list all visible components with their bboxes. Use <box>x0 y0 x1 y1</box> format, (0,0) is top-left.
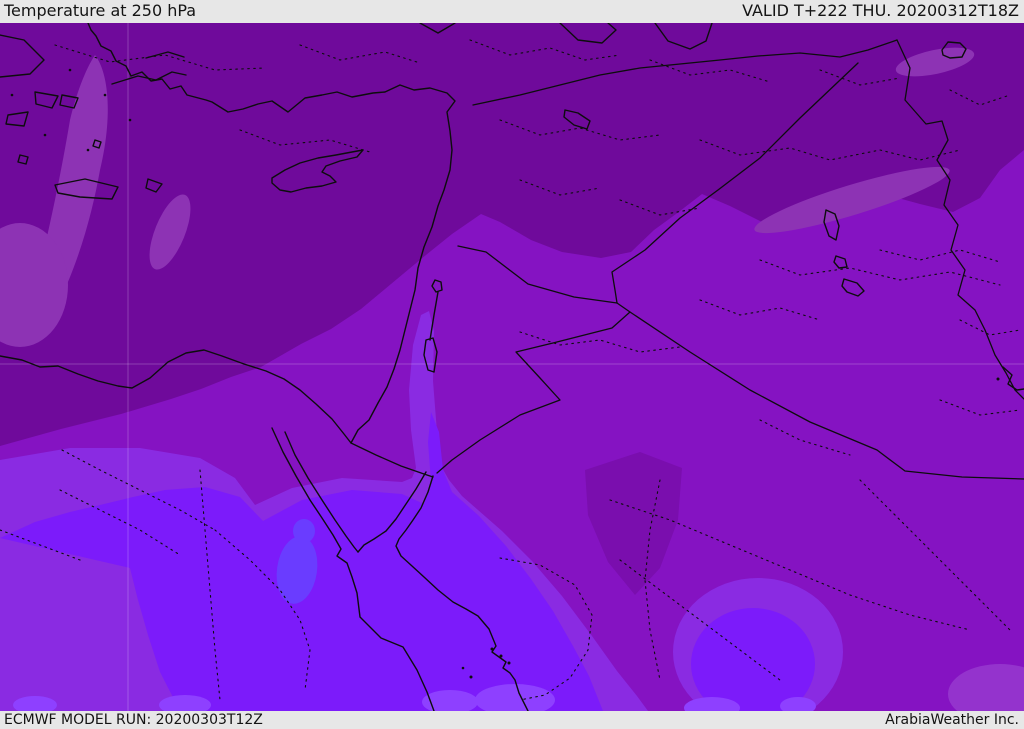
model-run-label: ECMWF MODEL RUN: 20200303T12Z <box>4 712 263 728</box>
temperature-bands <box>0 23 1024 711</box>
valid-time-label: VALID T+222 THU. 20200312T18Z <box>742 1 1019 20</box>
header-bar: Temperature at 250 hPa VALID T+222 THU. … <box>0 0 1024 23</box>
map-title: Temperature at 250 hPa <box>4 1 197 20</box>
footer-bar: ECMWF MODEL RUN: 20200303T12Z ArabiaWeat… <box>0 711 1024 729</box>
brand-label: ArabiaWeather Inc. <box>885 712 1019 728</box>
map-canvas <box>0 23 1024 711</box>
